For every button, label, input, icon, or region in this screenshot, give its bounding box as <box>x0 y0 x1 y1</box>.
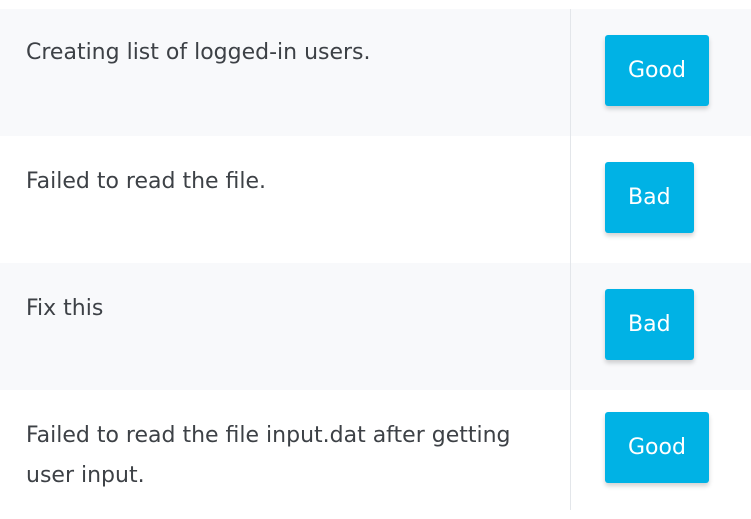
message-text: Fix this <box>0 263 571 390</box>
verdict-cell: Bad <box>571 136 751 263</box>
verdict-cell: Good <box>571 9 751 136</box>
message-text: Failed to read the file input.dat after … <box>0 390 571 510</box>
message-text: Creating list of logged-in users. <box>0 9 571 136</box>
good-button[interactable]: Good <box>605 412 709 483</box>
table-row: Failed to read the file. Bad <box>0 136 751 263</box>
message-verdict-table: Creating list of logged-in users. Good F… <box>0 9 751 510</box>
bad-button[interactable]: Bad <box>605 162 694 233</box>
table-row: Fix this Bad <box>0 263 751 390</box>
table-row: Creating list of logged-in users. Good <box>0 9 751 136</box>
verdict-cell: Bad <box>571 263 751 390</box>
bad-button[interactable]: Bad <box>605 289 694 360</box>
verdict-cell: Good <box>571 390 751 510</box>
table-row: Failed to read the file input.dat after … <box>0 390 751 510</box>
message-text: Failed to read the file. <box>0 136 571 263</box>
good-button[interactable]: Good <box>605 35 709 106</box>
